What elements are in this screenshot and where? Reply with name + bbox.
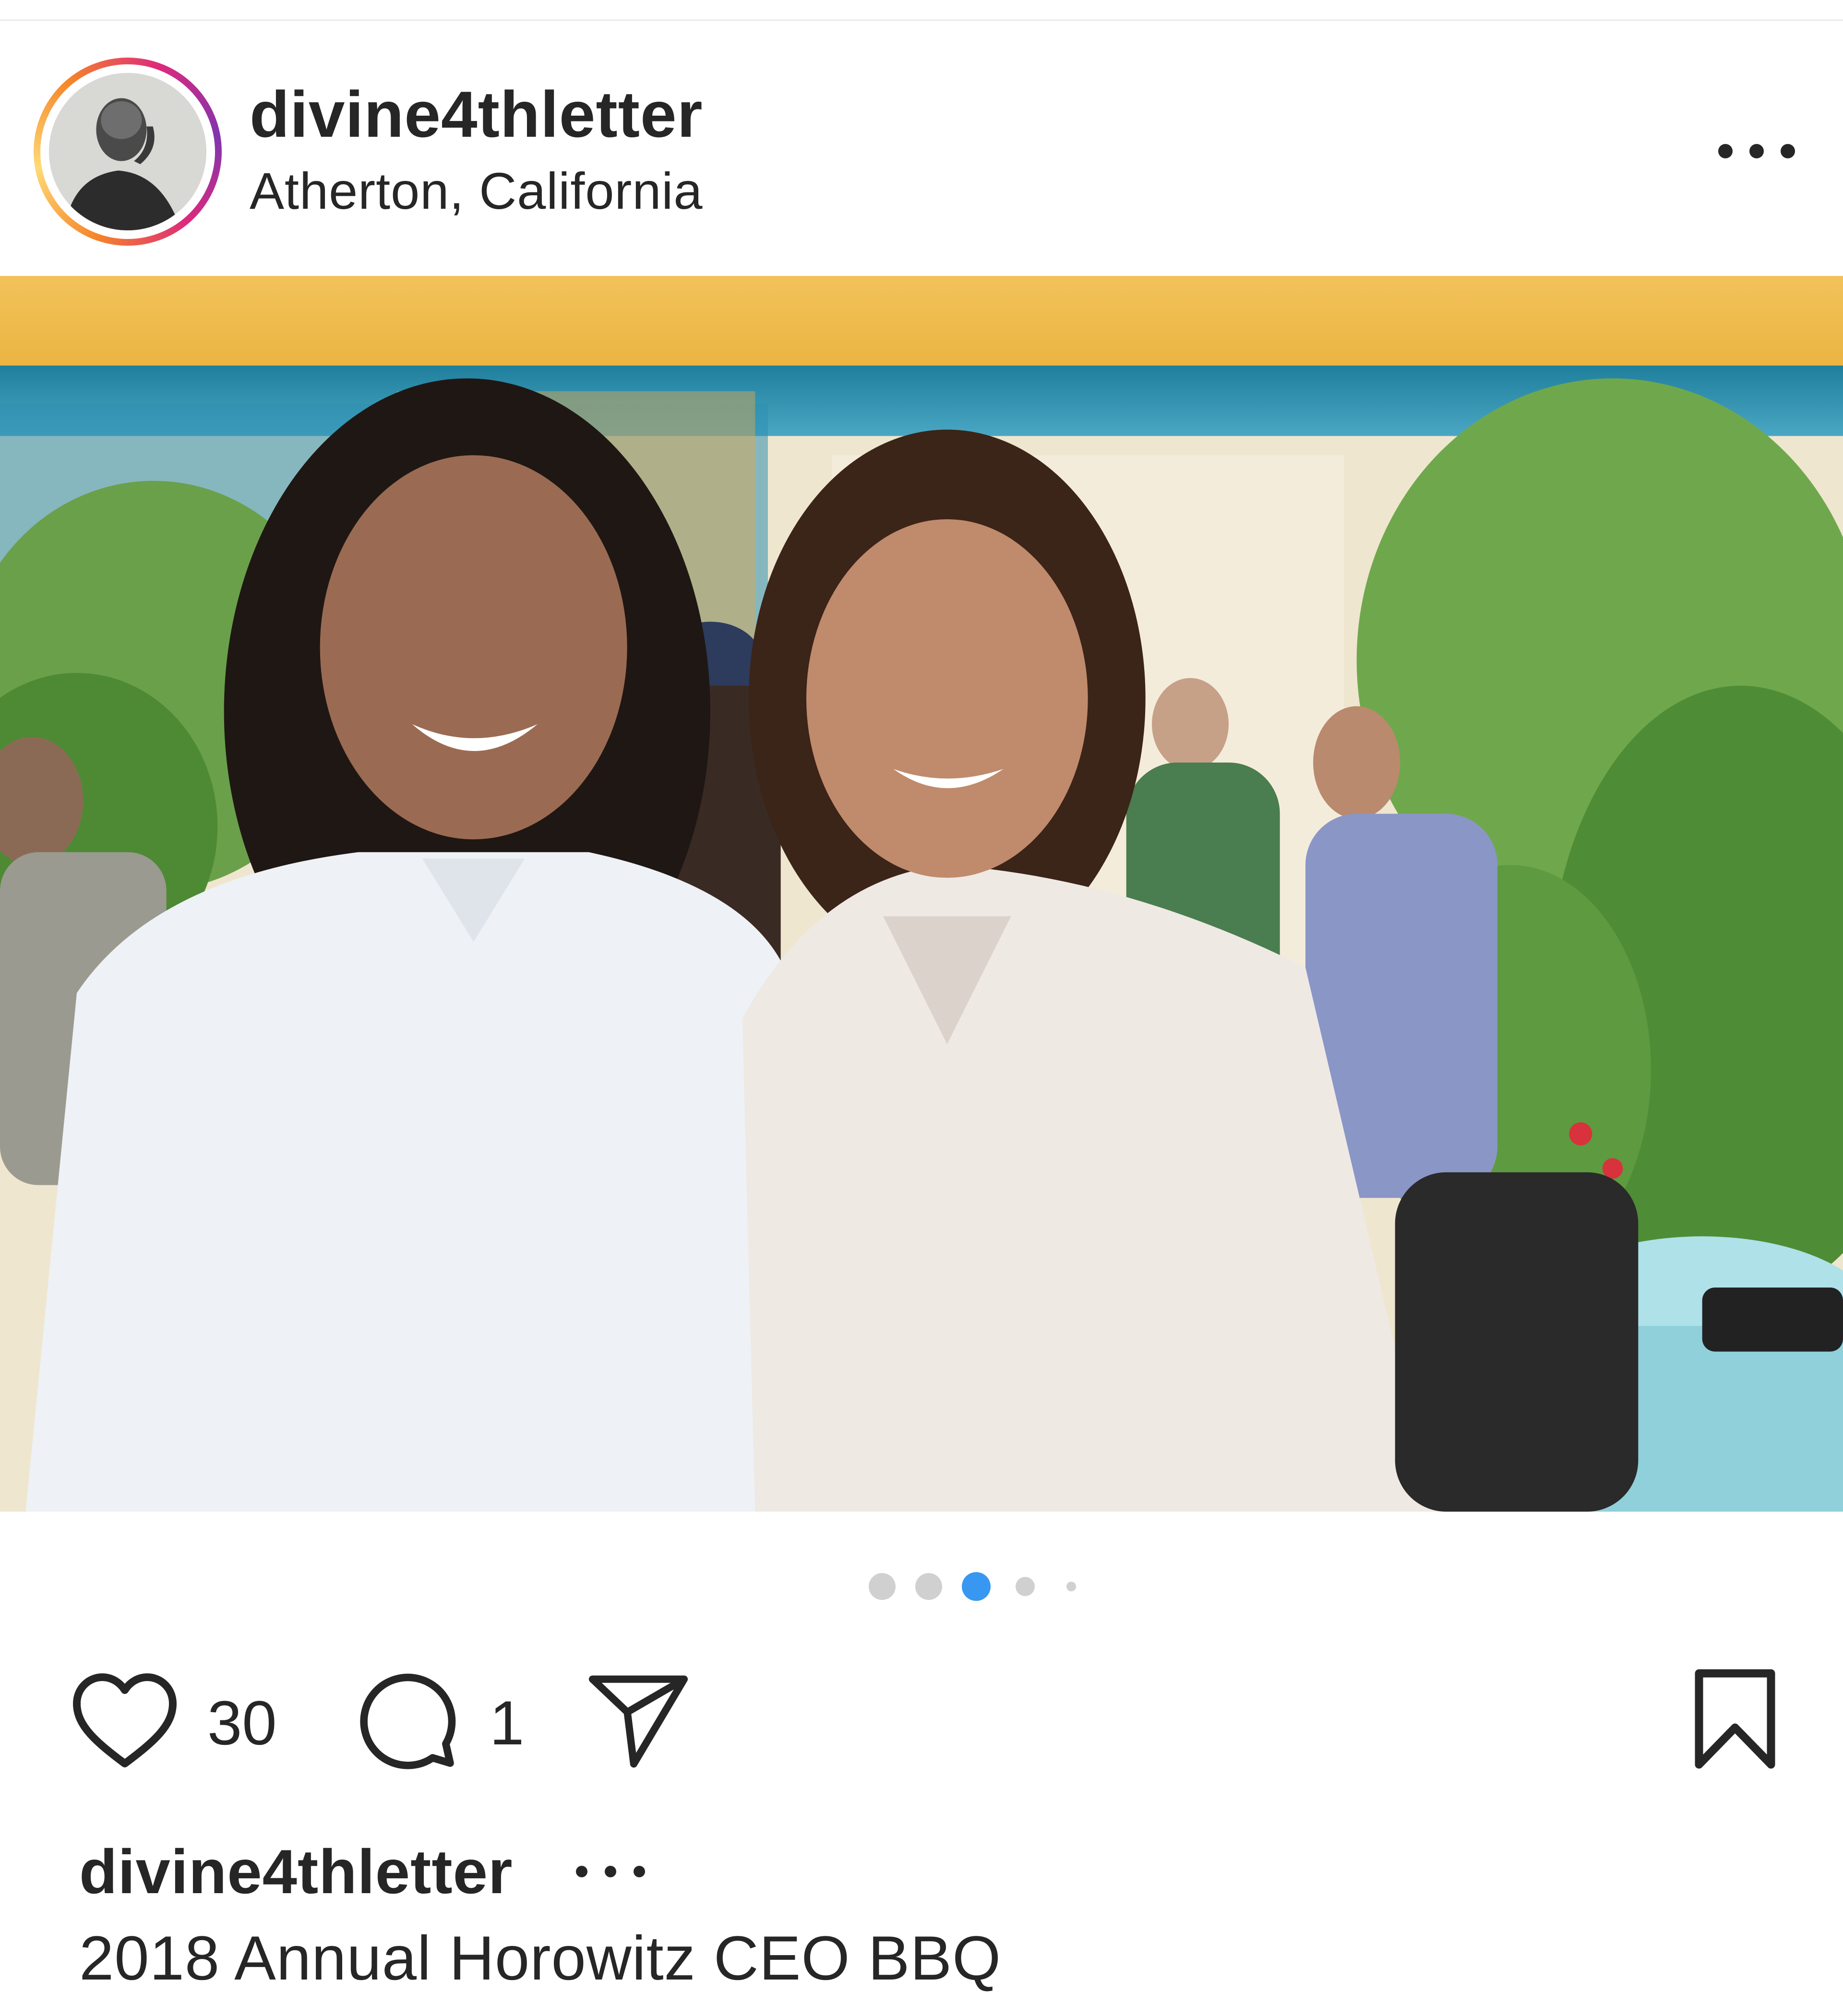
save-button[interactable]	[1689, 1666, 1781, 1772]
carousel-dot-active[interactable]	[962, 1572, 991, 1601]
comment-bubble-icon	[360, 1673, 456, 1769]
post-photo[interactable]	[0, 276, 1843, 1512]
caption-username[interactable]: divine4thletter	[79, 1836, 513, 1908]
post-header: divine4thletter Atherton, California	[0, 53, 1843, 246]
carousel-dot[interactable]	[915, 1573, 942, 1600]
avatar[interactable]	[49, 73, 206, 230]
heart-icon	[73, 1673, 177, 1767]
comment-button[interactable]	[355, 1668, 461, 1774]
like-count[interactable]: 30	[207, 1687, 277, 1759]
avatar-image	[49, 73, 206, 230]
top-divider	[0, 19, 1843, 21]
carousel-dot[interactable]	[869, 1573, 896, 1600]
carousel-indicator[interactable]	[0, 1569, 1843, 1601]
photo-image	[0, 276, 1843, 1512]
more-horizontal-icon	[576, 1866, 587, 1877]
share-button[interactable]	[583, 1670, 694, 1771]
post-username[interactable]: divine4thletter	[250, 77, 703, 152]
bookmark-icon	[1695, 1669, 1775, 1769]
action-bar: 30 1	[0, 1660, 1843, 1776]
paper-plane-icon	[588, 1675, 688, 1768]
caption-more-button[interactable]	[571, 1862, 667, 1881]
carousel-dot[interactable]	[1016, 1577, 1035, 1596]
story-ring[interactable]	[34, 58, 222, 246]
post-location[interactable]: Atherton, California	[250, 161, 703, 221]
comment-count[interactable]: 1	[490, 1687, 524, 1759]
more-horizontal-icon	[1718, 144, 1733, 158]
caption-text: 2018 Annual Horowitz CEO BBQ	[79, 1923, 1002, 1993]
like-button[interactable]	[67, 1665, 182, 1771]
carousel-dot[interactable]	[1066, 1582, 1076, 1591]
more-options-button[interactable]	[1709, 130, 1805, 168]
